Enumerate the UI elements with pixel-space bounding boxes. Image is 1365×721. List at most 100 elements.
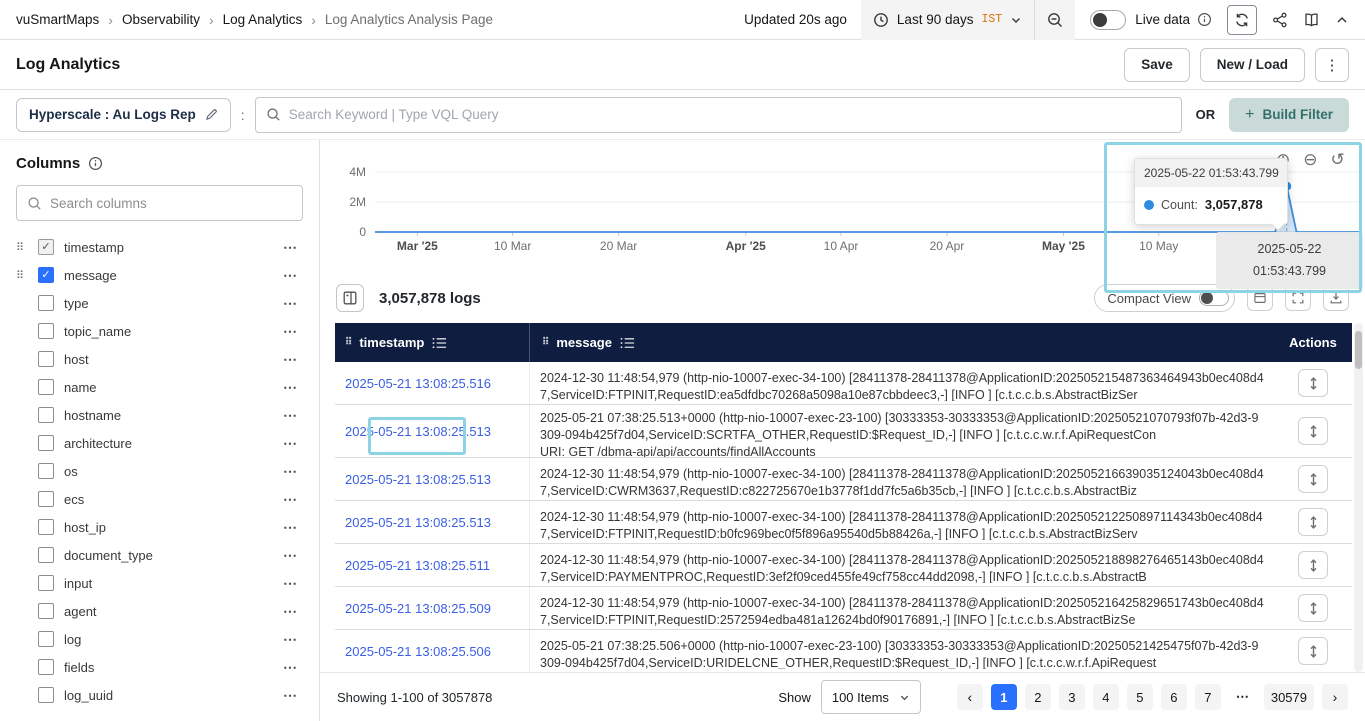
column-checkbox[interactable]: [38, 603, 54, 619]
compact-toggle-switch[interactable]: [1199, 290, 1229, 306]
page-button-7[interactable]: 7: [1195, 684, 1221, 710]
column-checkbox[interactable]: [38, 435, 54, 451]
column-list-item-host[interactable]: host⋯: [16, 345, 303, 373]
column-list-item-host_ip[interactable]: host_ip⋯: [16, 513, 303, 541]
more-options-icon[interactable]: ⋯: [283, 463, 303, 480]
datasource-pill[interactable]: Hyperscale : Au Logs Rep: [16, 98, 231, 132]
more-options-icon[interactable]: ⋯: [283, 351, 303, 368]
scrollbar-thumb[interactable]: [1355, 331, 1362, 369]
chart-restore-icon[interactable]: ↺: [1331, 151, 1345, 168]
expand-row-button[interactable]: [1298, 369, 1328, 397]
timestamp-link[interactable]: 2025-05-21 13:08:25.513: [345, 472, 491, 487]
more-options-icon[interactable]: ⋯: [283, 547, 303, 564]
page-button-5[interactable]: 5: [1127, 684, 1153, 710]
expand-row-button[interactable]: [1298, 417, 1328, 445]
column-list-item-log_uuid[interactable]: log_uuid⋯: [16, 681, 303, 709]
timestamp-link[interactable]: 2025-05-21 13:08:25.513: [345, 424, 491, 439]
more-options-icon[interactable]: ⋯: [283, 407, 303, 424]
expand-row-button[interactable]: [1298, 465, 1328, 493]
expand-row-button[interactable]: [1298, 551, 1328, 579]
toggle-columns-panel-button[interactable]: [336, 284, 364, 312]
more-options-icon[interactable]: ⋯: [283, 575, 303, 592]
more-options-icon[interactable]: ⋯: [283, 659, 303, 676]
more-options-icon[interactable]: ⋯: [283, 379, 303, 396]
column-list-item-agent[interactable]: agent⋯: [16, 597, 303, 625]
time-range-selector[interactable]: Last 90 days IST: [861, 0, 1035, 40]
column-list-item-log[interactable]: log⋯: [16, 625, 303, 653]
logs-timeline-chart[interactable]: 02M4MMar '2510 Mar20 MarApr '2510 Apr20 …: [320, 140, 1365, 272]
column-checkbox[interactable]: [38, 547, 54, 563]
vql-search-input[interactable]: [289, 107, 1171, 122]
more-options-icon[interactable]: ⋯: [283, 435, 303, 452]
column-checkbox[interactable]: [38, 295, 54, 311]
page-button-1[interactable]: 1: [991, 684, 1017, 710]
save-button[interactable]: Save: [1124, 48, 1190, 82]
column-list-item-input[interactable]: input⋯: [16, 569, 303, 597]
drag-handle-icon[interactable]: ⠿: [345, 337, 351, 348]
chart-zoom-out-icon[interactable]: ⊖: [1303, 151, 1317, 168]
timestamp-link[interactable]: 2025-05-21 13:08:25.513: [345, 515, 491, 530]
timestamp-link[interactable]: 2025-05-21 13:08:25.511: [345, 558, 490, 573]
more-options-icon[interactable]: ⋯: [283, 323, 303, 340]
more-options-icon[interactable]: ⋯: [283, 491, 303, 508]
timestamp-link[interactable]: 2025-05-21 13:08:25.516: [345, 376, 491, 391]
info-icon[interactable]: [88, 156, 103, 171]
column-checkbox[interactable]: [38, 659, 54, 675]
column-list-item-os[interactable]: os⋯: [16, 457, 303, 485]
more-options-icon[interactable]: ⋯: [283, 631, 303, 648]
more-options-icon[interactable]: ⋯: [283, 267, 303, 284]
table-scrollbar[interactable]: [1354, 323, 1363, 672]
column-menu-icon[interactable]: [432, 337, 447, 349]
previous-page-button[interactable]: ‹: [957, 684, 983, 710]
column-checkbox[interactable]: [38, 575, 54, 591]
column-checkbox[interactable]: [38, 407, 54, 423]
column-checkbox[interactable]: ✓: [38, 239, 54, 255]
breadcrumb-item-observability[interactable]: Observability: [122, 12, 200, 27]
page-button-4[interactable]: 4: [1093, 684, 1119, 710]
more-options-icon[interactable]: ⋯: [283, 603, 303, 620]
live-data-toggle[interactable]: [1090, 10, 1126, 30]
drag-handle-icon[interactable]: ⠿: [542, 337, 548, 348]
column-menu-icon[interactable]: [620, 337, 635, 349]
column-checkbox[interactable]: [38, 323, 54, 339]
expand-row-button[interactable]: [1298, 594, 1328, 622]
column-checkbox[interactable]: [38, 463, 54, 479]
column-list-item-message[interactable]: ⠿✓message⋯: [16, 261, 303, 289]
build-filter-button[interactable]: + Build Filter: [1229, 98, 1349, 132]
new-load-button[interactable]: New / Load: [1200, 48, 1305, 82]
documentation-book-icon[interactable]: [1303, 12, 1320, 28]
page-button-2[interactable]: 2: [1025, 684, 1051, 710]
column-checkbox[interactable]: ✓: [38, 267, 54, 283]
timestamp-link[interactable]: 2025-05-21 13:08:25.506: [345, 644, 491, 659]
column-list-item-document_type[interactable]: document_type⋯: [16, 541, 303, 569]
column-header-message[interactable]: ⠿ message: [530, 323, 1274, 362]
columns-search-input[interactable]: [50, 196, 292, 211]
breadcrumb-item-home[interactable]: vuSmartMaps: [16, 12, 99, 27]
edit-pencil-icon[interactable]: [205, 108, 218, 121]
page-button-30579[interactable]: 30579: [1264, 684, 1314, 710]
share-icon[interactable]: [1272, 12, 1288, 28]
compact-view-toggle[interactable]: Compact View: [1094, 284, 1235, 312]
page-button-6[interactable]: 6: [1161, 684, 1187, 710]
more-options-icon[interactable]: ⋯: [283, 295, 303, 312]
column-list-item-type[interactable]: type⋯: [16, 289, 303, 317]
expand-row-button[interactable]: [1298, 637, 1328, 665]
collapse-navbar-chevron-up-icon[interactable]: [1335, 13, 1349, 27]
column-checkbox[interactable]: [38, 687, 54, 703]
column-list-item-architecture[interactable]: architecture⋯: [16, 429, 303, 457]
column-list-item-timestamp[interactable]: ⠿✓timestamp⋯: [16, 233, 303, 261]
column-checkbox[interactable]: [38, 631, 54, 647]
column-list-item-fields[interactable]: fields⋯: [16, 653, 303, 681]
next-page-button[interactable]: ›: [1322, 684, 1348, 710]
breadcrumb-item-log-analytics[interactable]: Log Analytics: [223, 12, 303, 27]
more-options-icon[interactable]: ⋯: [283, 239, 303, 256]
page-button-3[interactable]: 3: [1059, 684, 1085, 710]
column-list-item-ecs[interactable]: ecs⋯: [16, 485, 303, 513]
drag-handle-icon[interactable]: ⠿: [16, 269, 38, 282]
page-size-select[interactable]: 100 Items: [821, 680, 921, 714]
refresh-button[interactable]: [1227, 5, 1257, 35]
time-zoom-out-button[interactable]: [1035, 0, 1075, 40]
column-checkbox[interactable]: [38, 351, 54, 367]
more-options-icon[interactable]: ⋯: [283, 519, 303, 536]
expand-row-button[interactable]: [1298, 508, 1328, 536]
